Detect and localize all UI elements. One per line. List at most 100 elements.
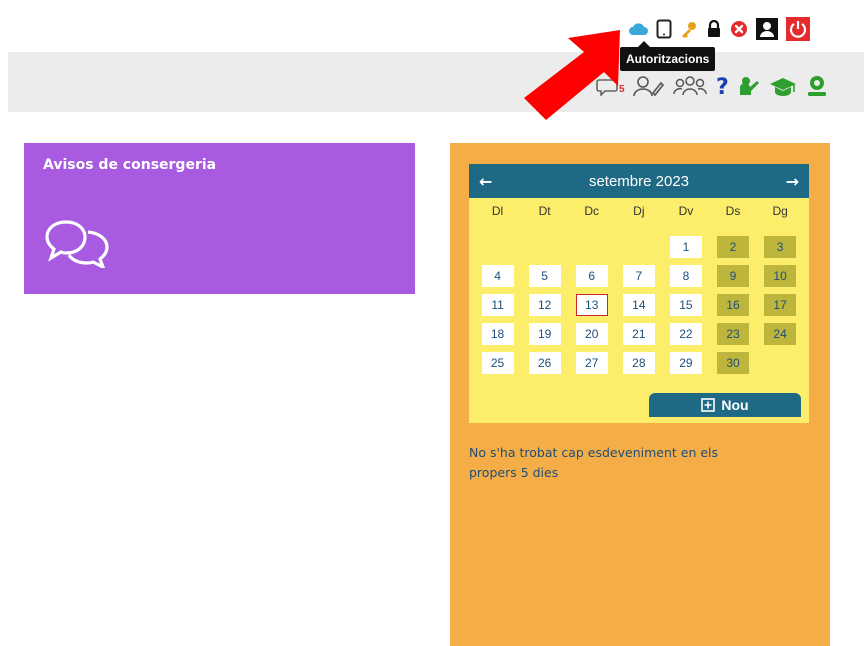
calendar-cell: 21 [615, 323, 662, 352]
calendar-week-row: 25 26 27 28 29 30 [474, 352, 804, 381]
calendar-day-12[interactable]: 12 [528, 294, 561, 316]
lock-icon[interactable] [706, 20, 722, 38]
calendar-cell: 23 [709, 323, 756, 352]
calendar-day-28[interactable]: 28 [622, 352, 655, 374]
calendar-day-11[interactable]: 11 [481, 294, 514, 316]
no-events-message: No s'ha trobat cap esdeveniment en els p… [469, 445, 719, 480]
calendar-weekday-row: Dl Dt Dc Dj Dv Ds Dg [469, 198, 809, 228]
calendar-day-19[interactable]: 19 [528, 323, 561, 345]
weekday-label: Dl [491, 204, 504, 218]
add-box-icon [701, 398, 716, 412]
calendar-day-5[interactable]: 5 [528, 265, 561, 287]
graduation-cap-icon[interactable] [769, 75, 797, 97]
calendar-day-9[interactable]: 9 [717, 265, 750, 287]
calendar-cell: 29 [662, 352, 709, 381]
calendar-cell: 4 [474, 265, 521, 294]
calendar-day-29[interactable]: 29 [669, 352, 702, 374]
group-icon[interactable] [672, 75, 707, 97]
tablet-icon[interactable] [656, 19, 672, 39]
calendar-day-27[interactable]: 27 [575, 352, 608, 374]
calendar-cell: 20 [568, 323, 615, 352]
weekday-label: Dv [678, 204, 694, 218]
calendar-cell: 8 [662, 265, 709, 294]
calendar-cell: 30 [709, 352, 756, 381]
tooltip-autoritzacions: Autoritzacions [620, 41, 716, 71]
calendar-day-6[interactable]: 6 [575, 265, 608, 287]
calendar-cell: 9 [709, 265, 756, 294]
weekday-label: Dg [772, 204, 788, 218]
calendar-day-30[interactable]: 30 [717, 352, 750, 374]
weekday-label: Dc [584, 204, 600, 218]
help-icon[interactable]: ? [715, 75, 731, 97]
calendar-day-10[interactable]: 10 [764, 265, 797, 287]
close-circle-icon[interactable] [730, 20, 748, 38]
calendar-cell [474, 236, 521, 265]
calendar-day-3[interactable]: 3 [764, 236, 797, 258]
calendar-cell: 24 [757, 323, 804, 352]
calendar-cell: 15 [662, 294, 709, 323]
calendar-cell: 7 [615, 265, 662, 294]
teacher-icon[interactable] [739, 75, 761, 97]
next-month-arrow-icon[interactable]: → [786, 172, 799, 191]
calendar-day-16[interactable]: 16 [717, 294, 750, 316]
calendar-day-7[interactable]: 7 [622, 265, 655, 287]
calendar-cell [615, 236, 662, 265]
weekday-label: Ds [725, 204, 741, 218]
calendar-week-row: 123 [474, 236, 804, 265]
user-settings-icon[interactable] [805, 74, 829, 98]
calendar-week-row: 18 19 20 21 22 23 24 [474, 323, 804, 352]
calendar-cell: 19 [521, 323, 568, 352]
calendar-day-25[interactable]: 25 [481, 352, 514, 374]
calendar-cell: 3 [757, 236, 804, 265]
calendar-day-20[interactable]: 20 [575, 323, 608, 345]
calendar-grid: 1 2 3 4 5 6 7 8 9 10 11 12 13 14 15 16 17 18 19 20 21 22 23 24 2… [474, 236, 804, 381]
calendar-cell: 18 [474, 323, 521, 352]
top-icon-bar [628, 14, 818, 44]
calendar-header: ← setembre 2023 → [469, 164, 809, 198]
calendar-cell: 22 [662, 323, 709, 352]
secondary-icon-bar: 5 ? [596, 72, 837, 100]
calendar-cell: 10 [757, 265, 804, 294]
calendar-week-row: 4 5 6 7 8 9 10 [474, 265, 804, 294]
calendar-day-14[interactable]: 14 [622, 294, 655, 316]
user-edit-icon[interactable] [632, 75, 665, 97]
avisos-consergeria-card[interactable]: Avisos de consergeria [24, 143, 415, 294]
calendar-day-23[interactable]: 23 [717, 323, 750, 345]
calendar-week-row: 11 12 13 14 15 16 17 [474, 294, 804, 323]
prev-month-arrow-icon[interactable]: ← [479, 172, 492, 191]
calendar-day-2[interactable]: 2 [717, 236, 750, 258]
cloud-icon[interactable] [628, 21, 648, 37]
calendar-day-13[interactable]: 13 [575, 294, 608, 316]
calendar-day-24[interactable]: 24 [764, 323, 797, 345]
calendar-day-1[interactable]: 1 [669, 236, 702, 258]
calendar-day-21[interactable]: 21 [622, 323, 655, 345]
calendar-cell: 14 [615, 294, 662, 323]
calendar-day-18[interactable]: 18 [481, 323, 514, 345]
calendar-cell: 28 [615, 352, 662, 381]
calendar-cell [521, 236, 568, 265]
calendar-panel: ← setembre 2023 → Dl Dt Dc Dj Dv Ds Dg 1… [450, 143, 830, 646]
calendar: ← setembre 2023 → Dl Dt Dc Dj Dv Ds Dg 1… [469, 164, 809, 423]
key-icon[interactable] [680, 20, 698, 38]
calendar-day-4[interactable]: 4 [481, 265, 514, 287]
calendar-cell: 6 [568, 265, 615, 294]
new-event-button[interactable]: Nou [649, 393, 801, 417]
calendar-cell: 5 [521, 265, 568, 294]
user-profile-icon[interactable] [756, 18, 778, 40]
calendar-cell: 2 [709, 236, 756, 265]
calendar-day-15[interactable]: 15 [669, 294, 702, 316]
calendar-day-17[interactable]: 17 [764, 294, 797, 316]
weekday-label: Dj [633, 204, 645, 218]
calendar-day-22[interactable]: 22 [669, 323, 702, 345]
calendar-cell: 13 [568, 294, 615, 323]
red-pointer-arrow [524, 30, 620, 120]
calendar-day-26[interactable]: 26 [528, 352, 561, 374]
calendar-cell [568, 236, 615, 265]
calendar-cell: 12 [521, 294, 568, 323]
calendar-cell: 26 [521, 352, 568, 381]
power-icon[interactable] [786, 17, 810, 41]
top-bar [0, 0, 864, 52]
calendar-cell: 16 [709, 294, 756, 323]
calendar-day-8[interactable]: 8 [669, 265, 702, 287]
calendar-cell: 11 [474, 294, 521, 323]
